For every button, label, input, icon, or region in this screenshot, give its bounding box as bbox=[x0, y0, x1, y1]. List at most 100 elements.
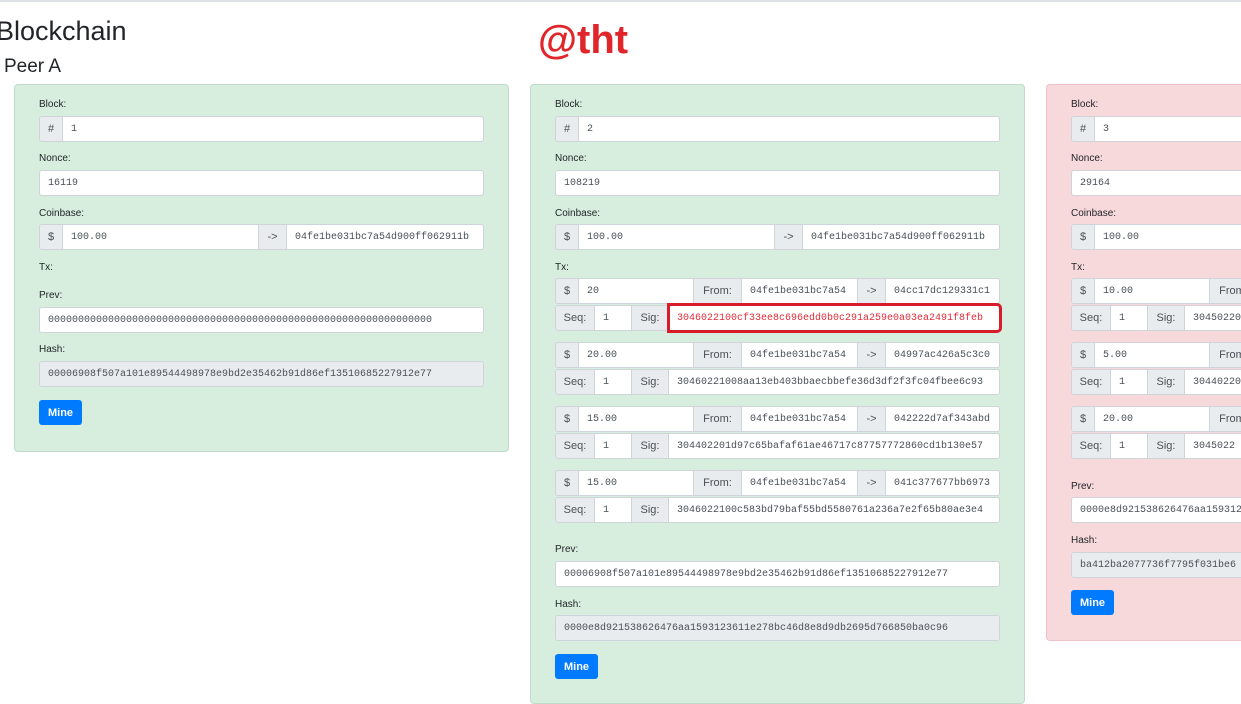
tx-sig-input[interactable]: 30440220 bbox=[1185, 369, 1241, 395]
prev-label: Prev: bbox=[555, 544, 579, 555]
nonce-label: Nonce: bbox=[1071, 153, 1103, 164]
seq-addon: Seq: bbox=[555, 497, 595, 523]
from-addon: From: bbox=[694, 278, 742, 304]
tx-to-input[interactable]: 04997ac426a5c3c0 bbox=[886, 342, 1000, 368]
dollar-addon: $ bbox=[1071, 224, 1095, 250]
from-addon: From: bbox=[694, 342, 742, 368]
tx-sig-input-highlighted[interactable]: 3046022100cf33ee8c696edd0b0c291a259e0a03… bbox=[667, 303, 1002, 333]
tx-seq-input[interactable]: 1 bbox=[1111, 433, 1148, 459]
tx-amount-input[interactable]: 20 bbox=[579, 278, 694, 304]
tx-label: Tx: bbox=[1071, 262, 1085, 273]
sig-addon: Sig: bbox=[632, 369, 669, 395]
coinbase-to-input[interactable]: 04fe1be031bc7a54d900ff062911b bbox=[803, 224, 1000, 250]
coinbase-amount-input[interactable]: 100.00 bbox=[63, 224, 259, 250]
hash-label: Hash: bbox=[1071, 535, 1098, 546]
tx-amount-input[interactable]: 15.00 bbox=[579, 406, 694, 432]
tx-sig-input[interactable]: 30460221008aa13eb403bbaecbbefe36d3df2f3f… bbox=[669, 369, 1000, 395]
sig-addon: Sig: bbox=[1148, 369, 1185, 395]
page-title: Blockchain bbox=[0, 16, 127, 46]
arrow-addon: -> bbox=[858, 278, 886, 304]
tx-seq-input[interactable]: 1 bbox=[1111, 369, 1148, 395]
mine-button[interactable]: Mine bbox=[1071, 590, 1114, 615]
tx-to-input[interactable]: 041c377677bb6973 bbox=[886, 470, 1000, 496]
nonce-input[interactable]: 29164 bbox=[1071, 170, 1241, 196]
block-number-input[interactable]: 1 bbox=[63, 116, 484, 142]
block-label: Block: bbox=[1071, 99, 1099, 110]
tx-seq-input[interactable]: 1 bbox=[595, 305, 632, 331]
prev-input[interactable]: 00006908f507a101e89544498978e9bd2e35462b… bbox=[555, 561, 1000, 587]
dollar-addon: $ bbox=[1071, 278, 1095, 304]
block-number-group: # 1 bbox=[39, 116, 484, 142]
hash-label: Hash: bbox=[39, 344, 66, 355]
tx-sig-row: Seq: 1 Sig: 30450220 bbox=[1071, 305, 1241, 331]
peer-name: Peer A bbox=[4, 56, 62, 77]
block-label: Block: bbox=[555, 99, 583, 110]
coinbase-to-input[interactable]: 04fe1be031bc7a54d900ff062911b bbox=[287, 224, 484, 250]
from-addon: From: bbox=[1210, 406, 1241, 432]
tx-seq-input[interactable]: 1 bbox=[595, 369, 632, 395]
dollar-addon: $ bbox=[555, 224, 579, 250]
nonce-input[interactable]: 16119 bbox=[39, 170, 484, 196]
seq-addon: Seq: bbox=[555, 369, 595, 395]
hash-input: 00006908f507a101e89544498978e9bd2e35462b… bbox=[39, 361, 484, 387]
tx-sig-row: Seq: 1 Sig: 3046022100cf33ee8c696edd0b0c… bbox=[555, 303, 1002, 333]
tx-to-input[interactable]: 04cc17dc129331c1 bbox=[886, 278, 1000, 304]
tx-from-input[interactable]: 04fe1be031bc7a54 bbox=[742, 278, 858, 304]
hash-symbol: # bbox=[39, 116, 63, 142]
block-number-input[interactable]: 2 bbox=[579, 116, 1000, 142]
tx-row: $ 20 From: 04fe1be031bc7a54 -> 04cc17dc1… bbox=[555, 278, 1000, 304]
dollar-addon: $ bbox=[555, 342, 579, 368]
arrow-addon: -> bbox=[259, 224, 287, 250]
tx-amount-input[interactable]: 10.00 bbox=[1095, 278, 1210, 304]
block-card-1: Block: # 1 Nonce: 16119 Coinbase: $ 100.… bbox=[14, 84, 509, 452]
prev-input[interactable]: 0000e8d921538626476aa1593123611e278bc46d… bbox=[1071, 497, 1241, 523]
prev-label: Prev: bbox=[39, 290, 63, 301]
tx-seq-input[interactable]: 1 bbox=[1111, 305, 1148, 331]
mine-button[interactable]: Mine bbox=[39, 400, 82, 425]
coinbase-label: Coinbase: bbox=[555, 208, 601, 219]
tx-amount-input[interactable]: 15.00 bbox=[579, 470, 694, 496]
arrow-addon: -> bbox=[858, 342, 886, 368]
coinbase-group: $ 100.00 bbox=[1071, 224, 1241, 250]
tx-seq-input[interactable]: 1 bbox=[595, 497, 632, 523]
dollar-addon: $ bbox=[39, 224, 63, 250]
prev-input[interactable]: 0000000000000000000000000000000000000000… bbox=[39, 307, 484, 333]
tx-amount-input[interactable]: 5.00 bbox=[1095, 342, 1210, 368]
seq-addon: Seq: bbox=[1071, 433, 1111, 459]
nonce-input[interactable]: 108219 bbox=[555, 170, 1000, 196]
tx-from-input[interactable]: 04fe1be031bc7a54 bbox=[742, 470, 858, 496]
from-addon: From: bbox=[694, 406, 742, 432]
nonce-label: Nonce: bbox=[39, 153, 71, 164]
tx-to-input[interactable]: 042222d7af343abd bbox=[886, 406, 1000, 432]
tx-sig-row: Seq: 1 Sig: 30460221008aa13eb403bbaecbbe… bbox=[555, 369, 1000, 395]
sig-addon: Sig: bbox=[632, 497, 669, 523]
tx-sig-input[interactable]: 30450220 bbox=[1185, 305, 1241, 331]
nonce-label: Nonce: bbox=[555, 153, 587, 164]
tx-from-input[interactable]: 04fe1be031bc7a54 bbox=[742, 406, 858, 432]
arrow-addon: -> bbox=[858, 406, 886, 432]
coinbase-amount-input[interactable]: 100.00 bbox=[579, 224, 775, 250]
tx-row: $ 15.00 From: 04fe1be031bc7a54 -> 041c37… bbox=[555, 470, 1000, 496]
block-number-group: # 3 bbox=[1071, 116, 1241, 142]
tx-sig-input[interactable]: 3046022100c583bd79baf55bd5580761a236a7e2… bbox=[669, 497, 1000, 523]
seq-addon: Seq: bbox=[1071, 369, 1111, 395]
coinbase-amount-input[interactable]: 100.00 bbox=[1095, 224, 1241, 250]
seq-addon: Seq: bbox=[555, 433, 595, 459]
tx-seq-input[interactable]: 1 bbox=[595, 433, 632, 459]
tx-sig-row: Seq: 1 Sig: 30440220 bbox=[1071, 369, 1241, 395]
hash-label: Hash: bbox=[555, 599, 582, 610]
tx-sig-input[interactable]: 3045022 bbox=[1185, 433, 1241, 459]
tx-amount-input[interactable]: 20.00 bbox=[1095, 406, 1210, 432]
tx-label: Tx: bbox=[39, 262, 53, 273]
tx-amount-input[interactable]: 20.00 bbox=[579, 342, 694, 368]
mine-button[interactable]: Mine bbox=[555, 654, 598, 679]
block-number-input[interactable]: 3 bbox=[1095, 116, 1241, 142]
tx-from-input[interactable]: 04fe1be031bc7a54 bbox=[742, 342, 858, 368]
tx-sig-row: Seq: 1 Sig: 3046022100c583bd79baf55bd558… bbox=[555, 497, 1000, 523]
tx-sig-input[interactable]: 304402201d97c65bafaf61ae46717c8775777286… bbox=[669, 433, 1000, 459]
hash-symbol: # bbox=[555, 116, 579, 142]
dollar-addon: $ bbox=[555, 406, 579, 432]
coinbase-group: $ 100.00 -> 04fe1be031bc7a54d900ff062911… bbox=[555, 224, 1000, 250]
tx-row: $ 20.00 From: 04fe1be031bc7a54 -> 04997a… bbox=[555, 342, 1000, 368]
dollar-addon: $ bbox=[1071, 406, 1095, 432]
